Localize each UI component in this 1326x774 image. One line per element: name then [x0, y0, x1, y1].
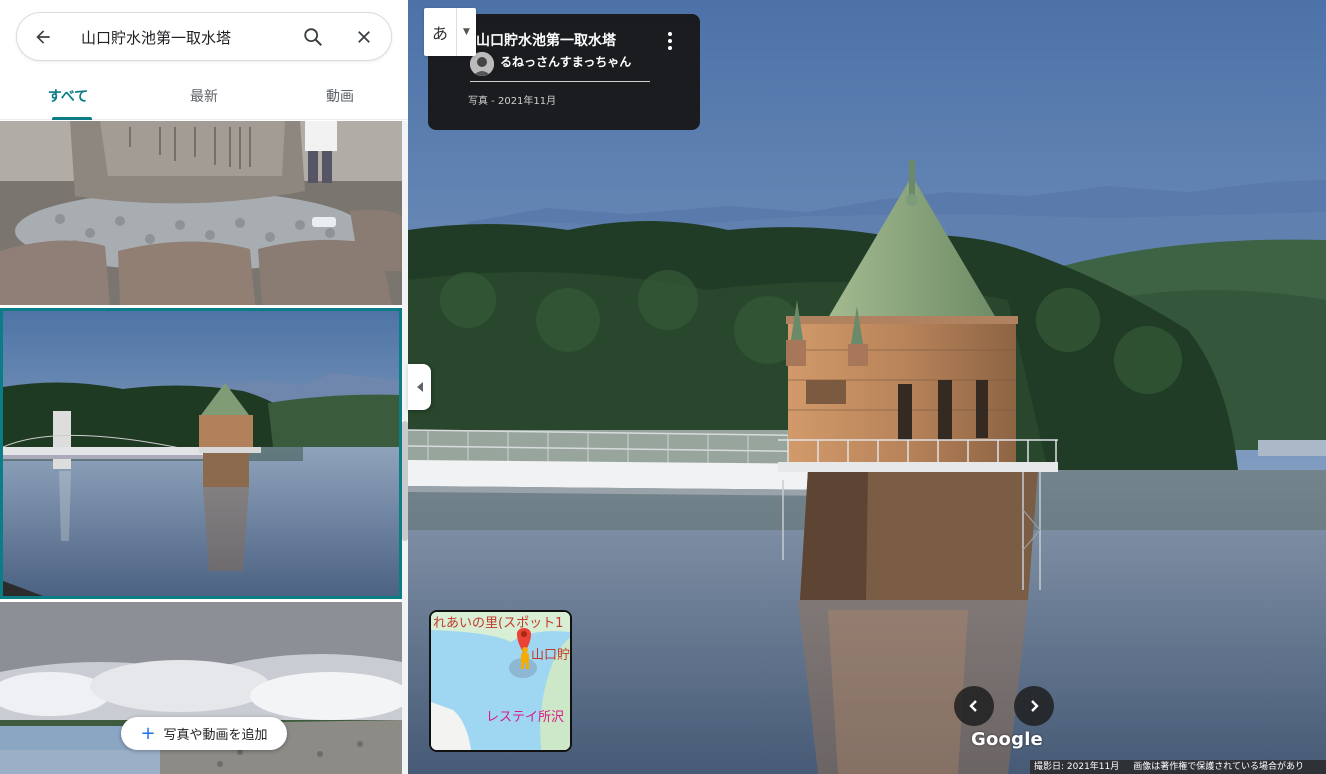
author-name[interactable]: るねっさんすまっちゃん [500, 53, 631, 70]
photo-meta: 写真 - 2021年11月 [468, 96, 557, 107]
photo-thumbnail-selected[interactable] [0, 308, 402, 599]
chevron-left-icon [969, 700, 977, 712]
monument-photo [0, 121, 402, 305]
photo-title: 山口貯水池第一取水塔 [476, 33, 616, 49]
minimap-label: 山口貯 [531, 648, 571, 663]
photo-grid [0, 121, 402, 774]
add-photo-button[interactable]: + 写真や動画を追加 [121, 717, 287, 750]
photo-footer: 撮影日: 2021年11月 画像は著作権で保護されている場合があり [1030, 760, 1326, 774]
search-box[interactable]: 山口貯水池第一取水塔 [16, 12, 392, 61]
search-icon[interactable] [301, 25, 325, 49]
ime-dropdown-icon[interactable]: ▼ [456, 8, 476, 56]
author-underline [470, 81, 650, 82]
minimap-label: レステイ所沢 [486, 710, 565, 725]
maps-photo-viewer: 山口貯水池第一取水塔 すべて 最新 動画 + 写真や動画を追加 山口貯水池第一取… [0, 0, 1326, 774]
capture-date: 撮影日: 2021年11月 [1034, 762, 1120, 772]
search-query[interactable]: 山口貯水池第一取水塔 [81, 27, 231, 48]
collapse-panel-button[interactable] [408, 364, 431, 410]
back-arrow-icon[interactable] [31, 25, 55, 49]
tab-latest[interactable]: 最新 [136, 72, 272, 120]
minimap-terrain [431, 612, 570, 750]
prev-photo-button[interactable] [954, 686, 994, 726]
minimap-label: れあいの里(スポット1 [433, 616, 564, 631]
tab-all[interactable]: すべて [0, 72, 136, 120]
google-logo: Google [971, 729, 1043, 750]
ime-toggle[interactable]: あ ▼ [424, 8, 476, 56]
chevron-right-icon [1031, 700, 1039, 712]
more-vert-icon[interactable] [662, 30, 678, 52]
ime-mode[interactable]: あ [424, 8, 456, 56]
copyright-notice[interactable]: 画像は著作権で保護されている場合があり [1133, 760, 1304, 774]
tab-videos[interactable]: 動画 [272, 72, 408, 120]
photo-list-panel: 山口貯水池第一取水塔 すべて 最新 動画 + 写真や動画を追加 [0, 0, 408, 774]
close-icon[interactable] [352, 25, 376, 49]
add-photo-label: 写真や動画を追加 [163, 728, 268, 743]
caret-left-icon [416, 382, 423, 392]
photo-thumbnail[interactable] [0, 121, 402, 305]
minimap[interactable]: れあいの里(スポット1 山口貯 レステイ所沢 [429, 610, 572, 752]
next-photo-button[interactable] [1014, 686, 1054, 726]
photo-tabs: すべて 最新 動画 [0, 72, 408, 120]
intake-tower-photo [3, 311, 399, 596]
plus-icon: + [140, 722, 156, 744]
